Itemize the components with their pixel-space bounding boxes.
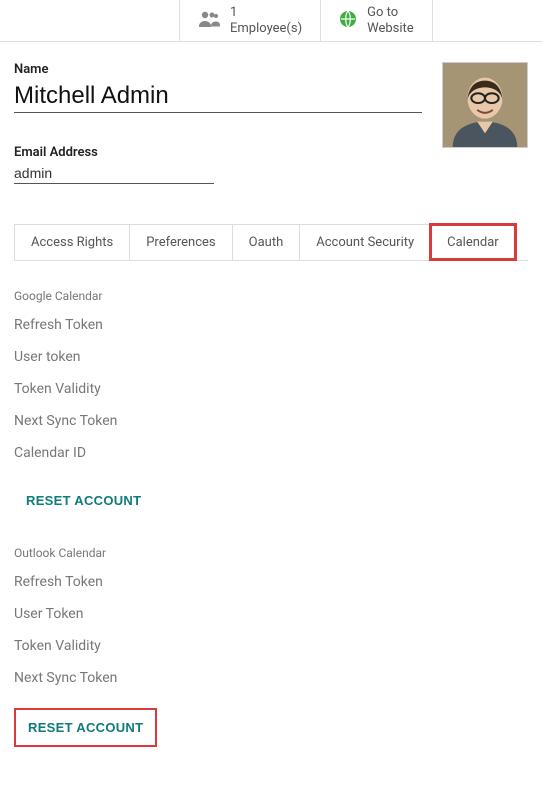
topbar-spacer <box>0 0 180 41</box>
globe-icon <box>339 10 357 32</box>
google-section-title: Google Calendar <box>14 289 528 303</box>
email-input[interactable] <box>14 163 214 184</box>
go-to-website-button[interactable]: Go to Website <box>321 0 433 41</box>
employees-text: 1 Employee(s) <box>230 5 302 36</box>
outlook-user-token-label: User Token <box>14 606 528 622</box>
employees-label: Employee(s) <box>230 21 302 37</box>
tab-access-rights[interactable]: Access Rights <box>14 224 130 260</box>
employees-button[interactable]: 1 Employee(s) <box>180 0 321 41</box>
users-icon <box>198 10 220 32</box>
name-input[interactable] <box>14 80 422 113</box>
content: Name Email Address Access Rights <box>0 42 542 787</box>
website-line2: Website <box>367 21 414 37</box>
topbar: 1 Employee(s) Go to Website <box>0 0 542 42</box>
name-label: Name <box>14 62 422 77</box>
outlook-section-title: Outlook Calendar <box>14 546 528 560</box>
google-refresh-token-label: Refresh Token <box>14 317 528 333</box>
avatar[interactable] <box>442 62 528 148</box>
email-label: Email Address <box>14 145 422 160</box>
header-row: Name Email Address <box>14 62 528 184</box>
tabs: Access Rights Preferences Oauth Account … <box>14 224 528 261</box>
tab-oauth[interactable]: Oauth <box>232 224 301 260</box>
outlook-next-sync-label: Next Sync Token <box>14 670 528 686</box>
google-reset-button[interactable]: RESET ACCOUNT <box>14 483 153 518</box>
email-block: Email Address <box>14 145 422 184</box>
website-text: Go to Website <box>367 5 414 36</box>
google-calendar-id-label: Calendar ID <box>14 445 528 461</box>
google-next-sync-label: Next Sync Token <box>14 413 528 429</box>
website-line1: Go to <box>367 5 414 21</box>
form-column: Name Email Address <box>14 62 422 184</box>
tab-calendar[interactable]: Calendar <box>430 224 516 260</box>
outlook-token-validity-label: Token Validity <box>14 638 528 654</box>
tab-preferences[interactable]: Preferences <box>129 224 232 260</box>
employees-count: 1 <box>230 5 302 21</box>
outlook-refresh-token-label: Refresh Token <box>14 574 528 590</box>
outlook-reset-button[interactable]: RESET ACCOUNT <box>14 708 157 747</box>
tab-account-security[interactable]: Account Security <box>299 224 431 260</box>
google-token-validity-label: Token Validity <box>14 381 528 397</box>
google-user-token-label: User token <box>14 349 528 365</box>
